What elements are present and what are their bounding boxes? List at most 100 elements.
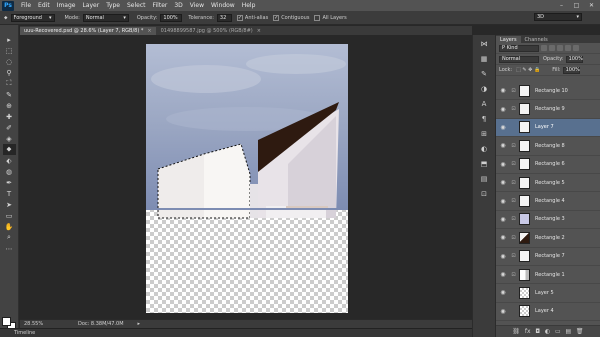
all-layers-checkbox[interactable] — [314, 14, 321, 21]
fill-source-select[interactable]: Foreground ▾ — [10, 13, 55, 22]
brush-presets-icon[interactable]: ✎ — [477, 67, 491, 80]
blend-mode-select[interactable]: Normal — [499, 55, 539, 63]
adjustments-icon[interactable]: ◑ — [477, 82, 491, 95]
zoom-level[interactable]: 28.55% — [24, 321, 46, 327]
visibility-eye-icon[interactable]: ◉ — [499, 124, 507, 131]
color-icon[interactable]: ◐ — [477, 142, 491, 155]
close-icon[interactable]: × — [257, 28, 261, 34]
workspace-select[interactable]: 3D ▾ — [534, 13, 582, 21]
eyedropper-tool-icon[interactable]: ✎ — [3, 89, 16, 100]
close-icon[interactable]: ✕ — [585, 1, 598, 10]
layer-name[interactable]: Rectangle 9 — [535, 106, 565, 112]
chevron-right-icon[interactable]: ▸ — [138, 321, 141, 327]
layer-name[interactable]: Rectangle 8 — [535, 143, 565, 149]
navigator-icon[interactable]: ⊞ — [477, 127, 491, 140]
menu-select[interactable]: Select — [127, 2, 146, 9]
shape-tool-icon[interactable]: ▭ — [3, 210, 16, 221]
layer-row[interactable]: ◉ Layer 4 — [496, 303, 600, 322]
fill-input[interactable]: 100% — [562, 66, 580, 74]
clone-stamp-tool-icon[interactable]: ✐ — [3, 122, 16, 133]
visibility-eye-icon[interactable]: ◉ — [499, 271, 507, 278]
history-brush-tool-icon[interactable]: ◈ — [3, 133, 16, 144]
lock-icons[interactable]: ⬚ ✎ ✥ 🔒 — [516, 67, 540, 73]
layer-row[interactable]: ◉ ⊡ Rectangle 6 — [496, 156, 600, 174]
menu-image[interactable]: Image — [57, 2, 76, 9]
document-canvas[interactable] — [146, 44, 348, 313]
properties-icon[interactable]: ▤ — [477, 172, 491, 185]
filter-pixel-icon[interactable] — [541, 45, 547, 51]
menu-edit[interactable]: Edit — [38, 2, 50, 9]
type-tool-icon[interactable]: T — [3, 188, 16, 199]
layer-name[interactable]: Rectangle 5 — [535, 180, 565, 186]
visibility-eye-icon[interactable]: ◉ — [499, 198, 507, 205]
menu-view[interactable]: View — [190, 2, 204, 9]
link-layers-icon[interactable]: ⛓ — [512, 328, 520, 335]
filter-type-icon[interactable] — [557, 45, 563, 51]
layer-name[interactable]: Rectangle 7 — [535, 253, 565, 259]
pen-tool-icon[interactable]: ✒ — [3, 177, 16, 188]
visibility-eye-icon[interactable]: ◉ — [499, 234, 507, 241]
menu-window[interactable]: Window — [211, 2, 235, 9]
healing-tool-icon[interactable]: ⊕ — [3, 100, 16, 111]
layer-row[interactable]: ◉ ⊡ Rectangle 7 — [496, 248, 600, 266]
styles-icon[interactable]: ⬒ — [477, 157, 491, 170]
crop-tool-icon[interactable]: ⛶ — [3, 78, 16, 89]
quick-select-tool-icon[interactable]: ⚲ — [3, 67, 16, 78]
mode-select[interactable]: Normal ▾ — [82, 13, 129, 22]
timeline-label[interactable]: Timeline — [14, 330, 35, 336]
visibility-eye-icon[interactable]: ◉ — [499, 106, 507, 113]
menu-layer[interactable]: Layer — [82, 2, 99, 9]
layer-name[interactable]: Rectangle 3 — [535, 216, 565, 222]
path-select-tool-icon[interactable]: ➤ — [3, 199, 16, 210]
paint-bucket-tool-icon[interactable]: ⬥ — [4, 15, 8, 21]
trash-icon[interactable]: 🗑 — [576, 328, 584, 335]
eraser-tool-icon[interactable]: ⬖ — [3, 155, 16, 166]
layer-name[interactable]: Layer 5 — [535, 290, 554, 296]
swatches-icon[interactable]: ▦ — [477, 52, 491, 65]
visibility-eye-icon[interactable]: ◉ — [499, 161, 507, 168]
minimize-icon[interactable]: – — [555, 1, 568, 10]
filter-shape-icon[interactable] — [565, 45, 571, 51]
maximize-icon[interactable]: □ — [570, 1, 583, 10]
more-tools-icon[interactable]: ⋯ — [3, 243, 16, 254]
layer-row[interactable]: ◉ Layer 5 — [496, 284, 600, 303]
layer-name[interactable]: Layer 7 — [535, 124, 554, 130]
paint-bucket-tool-icon[interactable]: ⬥ — [2, 144, 16, 155]
marquee-tool-icon[interactable]: ⬚ — [3, 45, 16, 56]
visibility-eye-icon[interactable]: ◉ — [499, 289, 507, 296]
visibility-eye-icon[interactable]: ◉ — [499, 308, 507, 315]
filter-smart-icon[interactable] — [573, 45, 579, 51]
canvas-area[interactable] — [20, 35, 472, 319]
tab-channels[interactable]: Channels — [521, 36, 552, 43]
layer-name[interactable]: Rectangle 4 — [535, 198, 565, 204]
visibility-eye-icon[interactable]: ◉ — [499, 142, 507, 149]
lasso-tool-icon[interactable]: ◌ — [3, 56, 16, 67]
layer-name[interactable]: Rectangle 2 — [535, 235, 565, 241]
layer-row[interactable]: ◉ ⊡ Rectangle 8 — [496, 137, 600, 156]
history-icon[interactable]: ⋈ — [477, 37, 491, 50]
adjustment-layer-icon[interactable]: ◐ — [545, 328, 550, 335]
layer-name[interactable]: Rectangle 6 — [535, 161, 565, 167]
layer-name[interactable]: Layer 4 — [535, 308, 554, 314]
tab-layers[interactable]: Layers — [496, 36, 521, 43]
layer-row[interactable]: ◉ ⊡ Rectangle 2 — [496, 229, 600, 248]
character-icon[interactable]: A — [477, 97, 491, 110]
menu-filter[interactable]: Filter — [153, 2, 168, 9]
close-icon[interactable]: × — [147, 28, 151, 34]
hand-tool-icon[interactable]: ✋ — [3, 221, 16, 232]
kind-filter-select[interactable]: P Kind — [499, 44, 539, 52]
opacity-input[interactable]: 100% — [160, 13, 183, 22]
new-layer-icon[interactable]: ▤ — [565, 328, 571, 335]
menu-type[interactable]: Type — [106, 2, 120, 9]
visibility-eye-icon[interactable]: ◉ — [499, 253, 507, 260]
visibility-eye-icon[interactable]: ◉ — [499, 179, 507, 186]
contiguous-checkbox[interactable]: ✓ — [273, 14, 280, 21]
layer-opacity-input[interactable]: 100% — [565, 55, 583, 63]
timeline-panel[interactable]: Timeline — [0, 328, 472, 337]
tab-jpg[interactable]: 01498899587.jpg @ 500% (RGB/8#) × — [157, 27, 265, 35]
move-tool-icon[interactable]: ▸ — [3, 34, 16, 45]
info-icon[interactable]: ⊡ — [477, 187, 491, 200]
layer-name[interactable]: Rectangle 1 — [535, 272, 565, 278]
paragraph-icon[interactable]: ¶ — [477, 112, 491, 125]
layer-row-selected[interactable]: ◉ Layer 7 — [496, 118, 600, 138]
